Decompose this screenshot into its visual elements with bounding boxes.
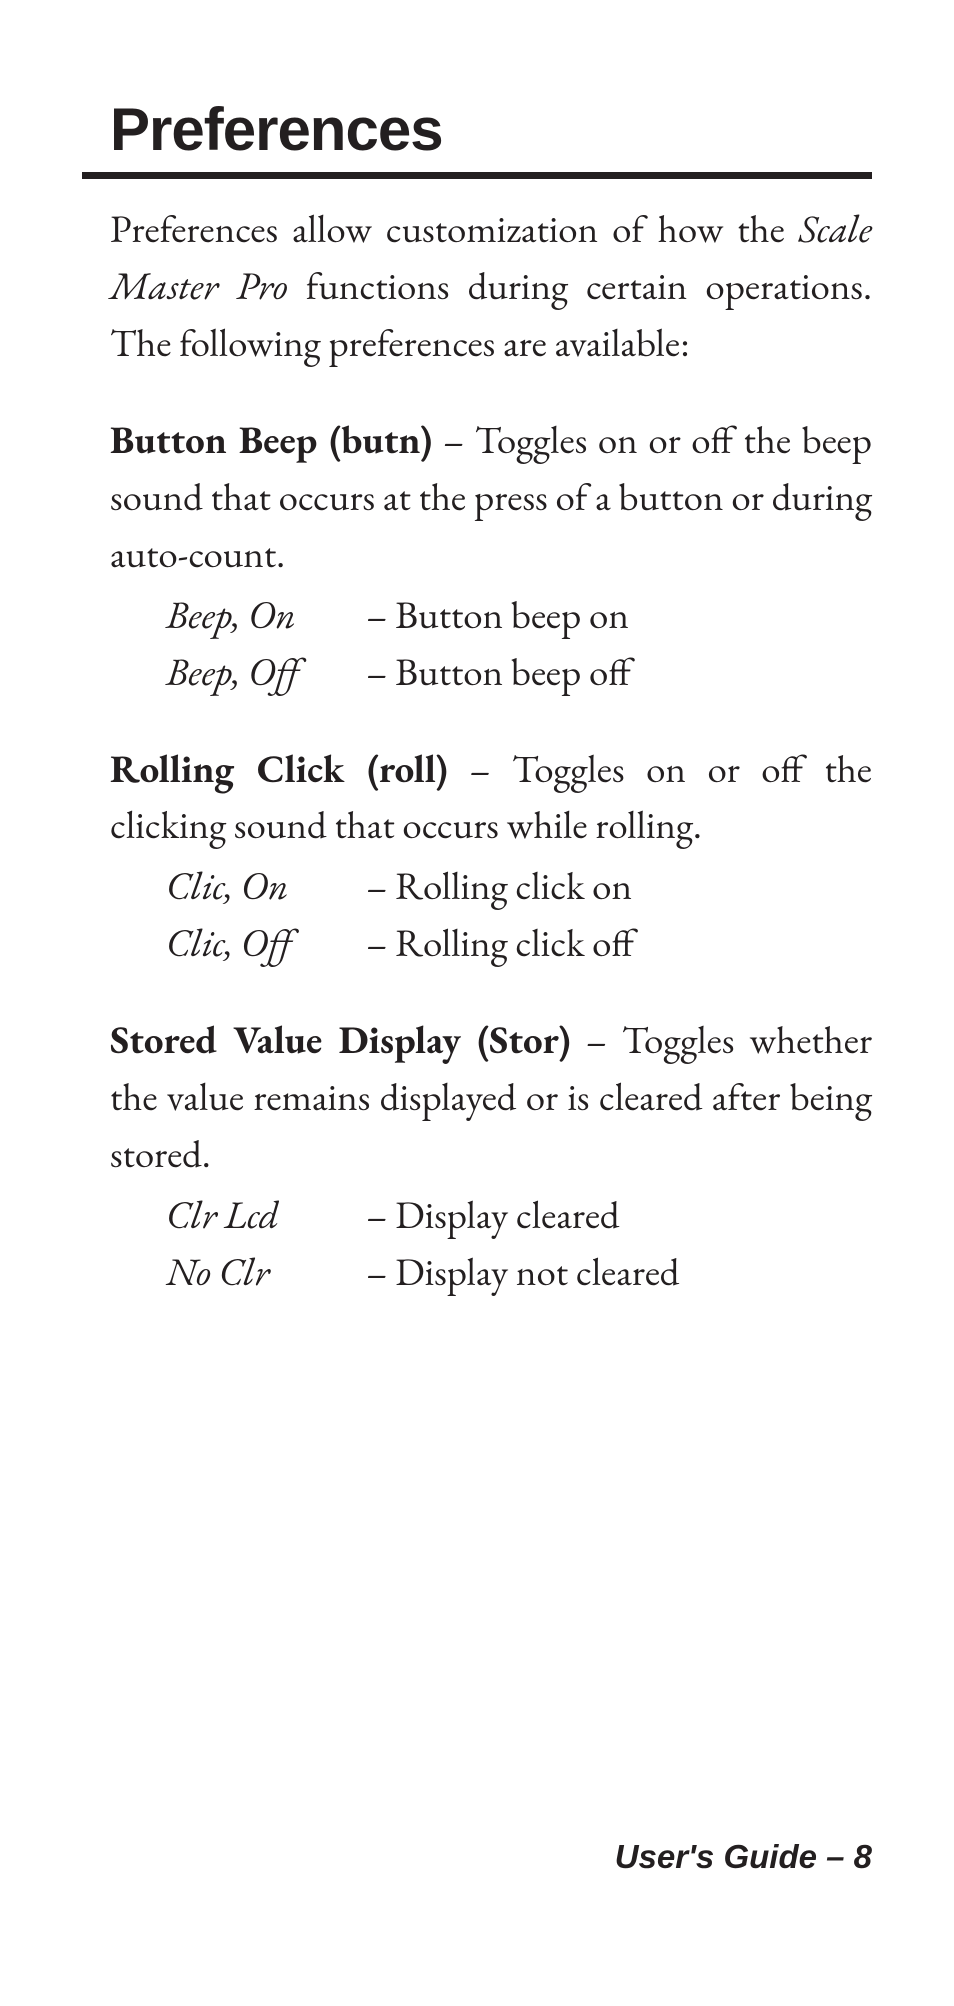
preference-options: Clic, On – Rolling click on Clic, Off – …	[166, 858, 872, 972]
intro-paragraph: Preferences allow customization of how t…	[110, 201, 872, 372]
option-description: – Display not cleared	[366, 1244, 679, 1301]
option-name: Clic, On	[166, 858, 366, 915]
preference-option-row: Beep, Off – Button beep off	[166, 644, 872, 701]
preference-option-row: Clic, On – Rolling click on	[166, 858, 872, 915]
preference-title: Rolling Click (roll)	[110, 743, 448, 794]
preference-section: Rolling Click (roll) – Toggles on or off…	[110, 741, 872, 855]
preference-option-row: Clic, Off – Rolling click off	[166, 915, 872, 972]
page-footer: User's Guide – 8	[615, 1838, 872, 1876]
preference-option-row: Clr Lcd – Display cleared	[166, 1187, 872, 1244]
option-name: Clic, Off	[166, 915, 366, 972]
option-description: – Rolling click off	[366, 915, 634, 972]
preference-options: Beep, On – Button beep on Beep, Off – Bu…	[166, 587, 872, 701]
preference-section: Button Beep (butn) – Toggles on or off t…	[110, 412, 872, 583]
preference-title: Stored Value Display (Stor)	[110, 1014, 571, 1065]
option-description: – Button beep off	[366, 644, 631, 701]
preference-option-row: No Clr – Display not cleared	[166, 1244, 872, 1301]
intro-text-before: Preferences allow customization of how t…	[110, 203, 799, 254]
page-heading: Preferences	[82, 95, 872, 179]
preference-section: Stored Value Display (Stor) – Toggles wh…	[110, 1012, 872, 1183]
document-page: Preferences Preferences allow customizat…	[0, 0, 954, 2006]
option-description: – Button beep on	[366, 587, 629, 644]
option-description: – Display cleared	[366, 1187, 619, 1244]
option-name: Beep, On	[166, 587, 366, 644]
preference-option-row: Beep, On – Button beep on	[166, 587, 872, 644]
option-name: Clr Lcd	[166, 1187, 366, 1244]
preference-title: Button Beep (butn)	[110, 414, 432, 465]
option-name: No Clr	[166, 1244, 366, 1301]
option-description: – Rolling click on	[366, 858, 632, 915]
option-name: Beep, Off	[166, 644, 366, 701]
preference-options: Clr Lcd – Display cleared No Clr – Displ…	[166, 1187, 872, 1301]
